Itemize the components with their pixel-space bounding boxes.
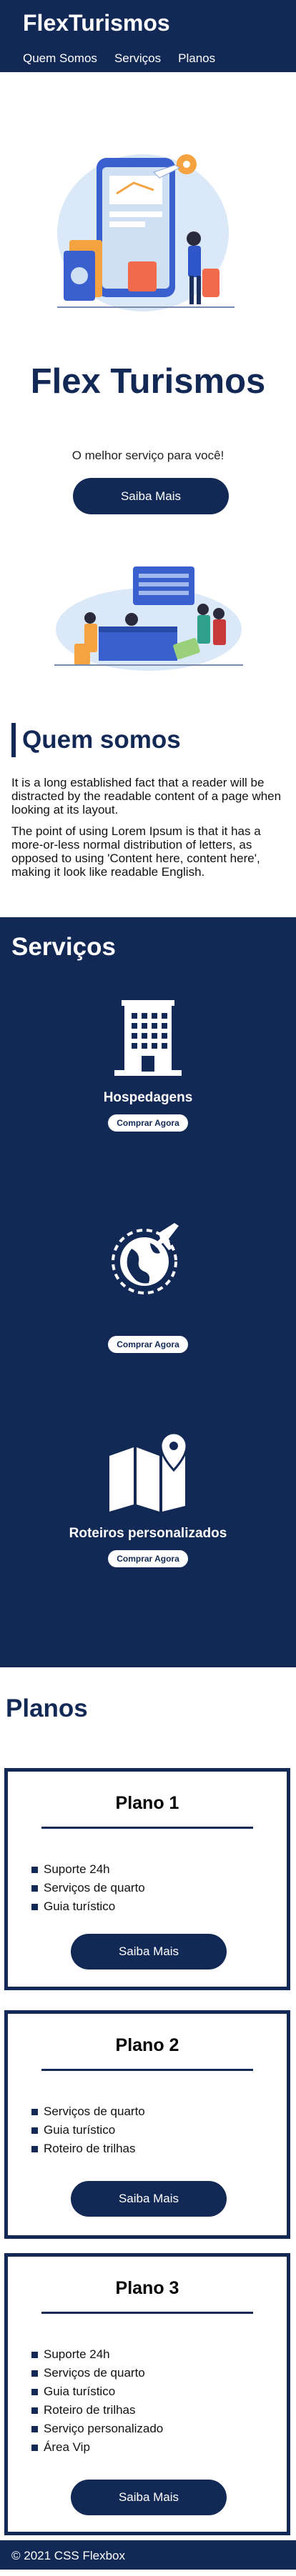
nav-link-quem-somos[interactable]: Quem Somos [23, 51, 97, 66]
plan-feature: Guia turístico [31, 1897, 287, 1916]
plan-feature: Suporte 24h [31, 2345, 287, 2364]
plan-1-saiba-mais-button[interactable]: Saiba Mais [71, 1934, 227, 1970]
plan-name: Plano 1 [115, 1793, 179, 1813]
bullet-square-icon [31, 2145, 38, 2152]
plan-card-1: Plano 1 Suporte 24h Serviços de quarto G… [4, 1768, 290, 1990]
airport-checkin-illustration [54, 566, 243, 671]
about-text: It is a long established fact that a rea… [11, 776, 286, 887]
plan-divider [41, 2312, 253, 2314]
bullet-square-icon [31, 1903, 38, 1910]
hero-section: Flex Turismos O melhor serviço para você… [0, 72, 296, 564]
plan-feature: Área Vip [31, 2438, 287, 2457]
plan-divider [41, 1827, 253, 1829]
site-header: FlexTurismos Quem Somos Serviços Planos [0, 0, 296, 72]
service-name: Roteiros personalizados [69, 1526, 227, 1541]
plan-feature-list: Suporte 24h Serviços de quarto Guia turí… [31, 2345, 287, 2457]
plan-card-2: Plano 2 Serviços de quarto Guia turístic… [4, 2010, 290, 2239]
bullet-square-icon [31, 1866, 38, 1873]
bullet-square-icon [31, 2388, 38, 2395]
comprar-agora-button[interactable]: Comprar Agora [108, 1550, 188, 1567]
about-paragraph: It is a long established fact that a rea… [11, 776, 282, 817]
plan-feature: Serviços de quarto [31, 2102, 287, 2121]
site-logo[interactable]: FlexTurismos [23, 10, 273, 36]
plan-2-saiba-mais-button[interactable]: Saiba Mais [71, 2181, 227, 2217]
map-pin-icon [109, 1432, 188, 1512]
about-title: Quem somos [11, 723, 181, 757]
hero-subtitle: O melhor serviço para você! [71, 449, 225, 462]
travel-app-illustration [57, 154, 235, 311]
service-card-viagens: Comprar Agora [0, 1217, 296, 1353]
site-footer: © 2021 CSS Flexbox [0, 2540, 296, 2570]
bullet-square-icon [31, 2127, 38, 2134]
plan-feature: Serviço personalizado [31, 2420, 287, 2438]
plan-feature: Guia turístico [31, 2121, 287, 2140]
services-section: Serviços Hospedagens Comprar Agora Compr… [0, 917, 296, 1667]
bullet-square-icon [31, 1884, 38, 1892]
globe-airplane-icon [112, 1223, 179, 1294]
plan-feature: Serviços de quarto [31, 1879, 287, 1897]
plans-section: Planos Plano 1 Suporte 24h Serviços de q… [0, 1667, 296, 2540]
about-paragraph: The point of using Lorem Ipsum is that i… [11, 824, 261, 879]
bullet-square-icon [31, 2351, 38, 2358]
bullet-square-icon [31, 2407, 38, 2414]
building-icon [114, 1000, 182, 1076]
plan-name: Plano 2 [115, 2035, 179, 2055]
main-nav: Quem Somos Serviços Planos [23, 51, 273, 66]
comprar-agora-button[interactable]: Comprar Agora [108, 1114, 188, 1132]
plan-divider [41, 2069, 253, 2071]
nav-link-planos[interactable]: Planos [178, 51, 215, 66]
comprar-agora-button[interactable]: Comprar Agora [108, 1336, 188, 1353]
footer-copyright: © 2021 CSS Flexbox [11, 2549, 125, 2562]
nav-link-servicos[interactable]: Serviços [114, 51, 161, 66]
plans-title: Planos [6, 1694, 88, 1722]
about-section: Quem somos It is a long established fact… [0, 564, 296, 917]
service-card-roteiros: Roteiros personalizados Comprar Agora [0, 1432, 296, 1567]
bullet-square-icon [31, 2425, 38, 2432]
hero-title: Flex Turismos [30, 362, 266, 401]
bullet-square-icon [31, 2108, 38, 2115]
service-card-hospedagens: Hospedagens Comprar Agora [0, 996, 296, 1132]
plan-feature-list: Serviços de quarto Guia turístico Roteir… [31, 2102, 287, 2158]
services-title: Serviços [11, 933, 116, 961]
plan-card-3: Plano 3 Suporte 24h Serviços de quarto G… [4, 2253, 290, 2535]
plan-feature: Serviços de quarto [31, 2364, 287, 2382]
plan-feature-list: Suporte 24h Serviços de quarto Guia turí… [31, 1860, 287, 1916]
bullet-square-icon [31, 2444, 38, 2451]
hero-saiba-mais-button[interactable]: Saiba Mais [73, 478, 229, 514]
bullet-square-icon [31, 2370, 38, 2377]
plan-name: Plano 3 [115, 2278, 179, 2298]
plan-feature: Guia turístico [31, 2382, 287, 2401]
plan-3-saiba-mais-button[interactable]: Saiba Mais [71, 2480, 227, 2515]
service-name [0, 1312, 296, 1327]
plan-feature: Roteiro de trilhas [31, 2140, 287, 2158]
service-name: Hospedagens [103, 1090, 193, 1105]
plan-feature: Suporte 24h [31, 1860, 287, 1879]
plan-feature: Roteiro de trilhas [31, 2401, 287, 2420]
